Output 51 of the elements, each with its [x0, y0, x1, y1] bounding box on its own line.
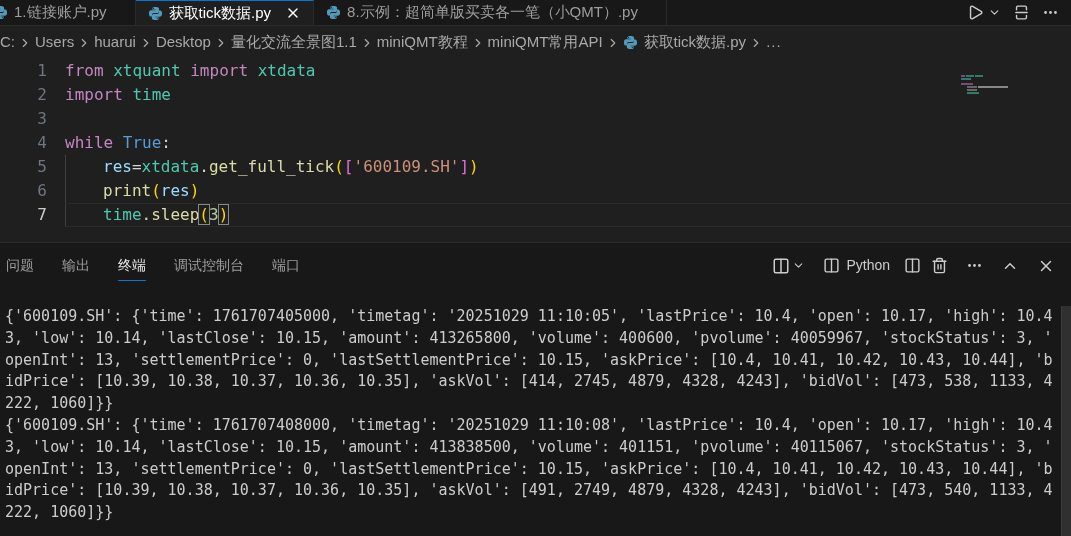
- terminal-output-line: 222, 1060]}}: [5, 502, 114, 524]
- code-line: import time: [65, 84, 171, 106]
- terminal-output-line: openInt': 13, 'settlementPrice': 0, 'lastSettlementPrice': 10.15, 'askPrice': [10.4, 10.41, 10.42, 10.43, 10.44], 'b: [5, 458, 1053, 480]
- panel-tab[interactable]: 终端: [118, 250, 146, 281]
- editor-tab[interactable]: 获取tick数据.py: [135, 0, 315, 25]
- terminal-output-line: 3, 'low': 10.14, 'lastClose': 10.15, 'amount': 413838500, 'volume': 401151, 'pvolume': 40115067, 'stockStatus': 3, ': [5, 436, 1053, 458]
- breadcrumb-item[interactable]: huarui: [94, 31, 136, 54]
- code-line: res=xtdata.get_full_tick(['600109.SH']): [103, 156, 479, 178]
- terminal-output-line: {'600109.SH': {'time': 1761707405000, 'timetag': '20251029 11:10:05', 'lastPrice': 10.4, 'open': 10.17, 'high': 10.4: [5, 306, 1053, 327]
- breadcrumb-item[interactable]: ...: [766, 31, 782, 54]
- breadcrumb-item[interactable]: 获取tick数据.py: [643, 31, 747, 54]
- code-line: print(res): [103, 180, 200, 202]
- line-number: 1: [37, 60, 47, 82]
- terminal-output-line: openInt': 13, 'settlementPrice': 0, 'lastSettlementPrice': 10.15, 'askPrice': [10.4, 10.41, 10.42, 10.43, 10.44], 'b: [5, 349, 1053, 371]
- split-terminal-icon[interactable]: [772, 256, 791, 275]
- terminal-output-line: 3, 'low': 10.14, 'lastClose': 10.15, 'amount': 413265800, 'volume': 400600, 'pvolume': 40059967, 'stockStatus': 3, ': [5, 327, 1053, 349]
- breadcrumb-item[interactable]: Users: [35, 31, 75, 54]
- run-icon[interactable]: [967, 4, 984, 21]
- code-line: from xtquant import xtdata: [65, 60, 316, 82]
- breadcrumb-item[interactable]: 量化交流全景图1.1: [230, 31, 357, 54]
- minimap-drawing: [961, 75, 1011, 95]
- breadcrumb-item[interactable]: miniQMT常用API: [487, 31, 603, 54]
- terminal-output-line: idPrice': [10.39, 10.38, 10.37, 10.36, 10.35], 'askVol': [414, 2745, 4879, 4328, 4243], 'bidVol': [473, 538, 1133, 4: [5, 371, 1053, 393]
- split-editor-icon[interactable]: [1013, 4, 1030, 21]
- python-icon: [147, 5, 163, 21]
- editor-tab[interactable]: 1.链接账户.py: [0, 0, 136, 25]
- code-line: while True:: [65, 132, 171, 154]
- terminal-output-line: 222, 1060]}}: [5, 393, 114, 415]
- trash-icon[interactable]: [931, 257, 948, 274]
- breadcrumb-item[interactable]: C:: [0, 31, 15, 54]
- scrollbar[interactable]: [1061, 306, 1071, 536]
- terminal-output-line: {'600109.SH': {'time': 1761707408000, 'timetag': '20251029 11:10:08', 'lastPrice': 10.4, 'open': 10.17, 'high': 10.4: [5, 415, 1053, 436]
- python-icon: [326, 5, 342, 20]
- panel-tab[interactable]: 调试控制台: [174, 250, 244, 281]
- terminal-icon: [823, 257, 841, 274]
- line-number: 3: [37, 108, 47, 130]
- line-number: 5: [37, 156, 47, 178]
- panel-tab[interactable]: 问题: [6, 250, 34, 281]
- panel-tab[interactable]: 输出: [62, 250, 90, 281]
- line-number: 4: [37, 132, 47, 154]
- breadcrumb-item[interactable]: miniQMT教程: [376, 31, 468, 54]
- python-icon: [622, 35, 638, 50]
- panel-tab[interactable]: 端口: [272, 250, 300, 281]
- line-number: 6: [37, 180, 47, 202]
- terminal-selector[interactable]: Python: [819, 255, 894, 276]
- line-number: 7: [37, 204, 47, 226]
- breadcrumb-item[interactable]: Desktop: [155, 31, 211, 54]
- terminal-output-line: idPrice': [10.39, 10.38, 10.37, 10.36, 10.35], 'askVol': [491, 2749, 4879, 4328, 4243], 'bidVol': [473, 540, 1133, 4: [5, 480, 1053, 502]
- line-number: 2: [37, 84, 47, 106]
- code-line: time.sleep(3): [103, 204, 229, 226]
- split-icon[interactable]: [904, 257, 921, 274]
